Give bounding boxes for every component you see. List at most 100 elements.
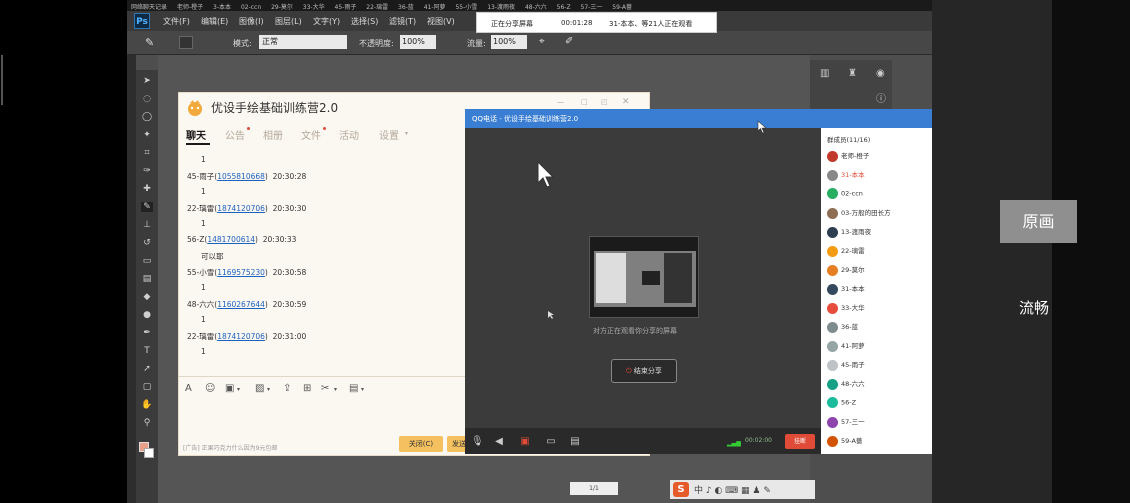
member-item[interactable]: 36-蓝 bbox=[827, 321, 858, 335]
taskbar-item[interactable]: 36-蓝 bbox=[398, 2, 414, 11]
member-item[interactable]: 57-三一 bbox=[827, 416, 865, 430]
sender-name[interactable]: 22-璃雷 bbox=[187, 204, 214, 213]
file-icon[interactable]: ▤ bbox=[569, 436, 581, 448]
menu-image[interactable]: 图像(I) bbox=[239, 16, 264, 27]
close-button[interactable]: 关闭(C) bbox=[399, 436, 443, 452]
sender-qq[interactable]: 1874120706 bbox=[217, 204, 265, 213]
member-item[interactable]: 29-莫尔 bbox=[827, 264, 865, 278]
taskbar-item[interactable]: 13-渡雨夜 bbox=[487, 2, 515, 11]
screen-share-icon[interactable]: ▭ bbox=[545, 436, 557, 448]
member-item[interactable]: 33-大华 bbox=[827, 302, 865, 316]
member-item[interactable]: 59-A蔷 bbox=[827, 435, 862, 449]
menu-view[interactable]: 视图(V) bbox=[427, 16, 455, 27]
taskbar-item[interactable]: 22-璃雷 bbox=[366, 2, 388, 11]
taskbar-item[interactable]: 55-小雪 bbox=[455, 2, 477, 11]
panel-toggle-icon[interactable]: ▥ bbox=[820, 68, 829, 79]
history-brush-icon[interactable]: ↺ bbox=[141, 238, 153, 248]
adjustments-icon[interactable]: ◉ bbox=[876, 68, 885, 79]
taskbar-item[interactable]: 45-雨子 bbox=[335, 2, 357, 11]
tab-settings[interactable]: 设置 bbox=[379, 127, 399, 142]
shape-tool-icon[interactable]: ▢ bbox=[141, 382, 153, 392]
type-tool-icon[interactable]: T bbox=[141, 346, 153, 356]
taskbar-item[interactable]: 29-莫尔 bbox=[271, 2, 293, 11]
camera-off-icon[interactable]: ▣ bbox=[519, 436, 531, 448]
chat-maximize-button[interactable]: □ bbox=[581, 98, 588, 106]
blur-tool-icon[interactable]: ◆ bbox=[141, 292, 153, 302]
sender-qq[interactable]: 1160267644 bbox=[217, 300, 265, 309]
gif-icon[interactable]: ▣ bbox=[225, 383, 234, 394]
crop-tool-icon[interactable]: ⌗ bbox=[141, 148, 153, 158]
member-item[interactable]: 31-本本 bbox=[827, 169, 865, 183]
menu-edit[interactable]: 编辑(E) bbox=[201, 16, 228, 27]
more-icon[interactable]: ▤ bbox=[349, 383, 358, 394]
ime-icons[interactable]: 中 ♪ ◐ ⌨ ▦ ♟ ✎ bbox=[694, 483, 771, 496]
taskbar-item[interactable]: 48-六六 bbox=[525, 2, 547, 11]
member-item[interactable]: 31-本本 bbox=[827, 283, 865, 297]
opacity-input[interactable]: 100% bbox=[400, 35, 436, 49]
airbrush-icon[interactable]: ⌖ bbox=[539, 36, 545, 47]
taskbar-item[interactable]: 41-阿萝 bbox=[424, 2, 446, 11]
mode-select[interactable]: 正常 bbox=[259, 35, 347, 49]
sender-qq[interactable]: 1055810668 bbox=[217, 172, 265, 181]
eyedropper-icon[interactable]: ✑ bbox=[141, 166, 153, 176]
zoom-tool-icon[interactable]: ⚲ bbox=[141, 418, 153, 428]
image-icon[interactable]: ▨ bbox=[255, 383, 264, 394]
gif-dropdown-icon[interactable]: ▾ bbox=[237, 386, 240, 393]
sender-name[interactable]: 56-Z bbox=[187, 235, 204, 244]
sender-name[interactable]: 55-小雪 bbox=[187, 268, 214, 277]
member-item[interactable]: 22-璃雷 bbox=[827, 245, 865, 259]
healing-brush-icon[interactable]: ✚ bbox=[141, 184, 153, 194]
menu-select[interactable]: 选择(S) bbox=[351, 16, 378, 27]
menu-filter[interactable]: 滤镜(T) bbox=[389, 16, 416, 27]
sender-qq[interactable]: 1481700614 bbox=[207, 235, 255, 244]
taskbar-item[interactable]: 02-ccn bbox=[241, 4, 261, 11]
taskbar-item[interactable]: 33-大华 bbox=[303, 2, 325, 11]
chat-close-icon[interactable]: ✕ bbox=[622, 97, 630, 107]
tab-album[interactable]: 相册 bbox=[263, 127, 283, 142]
ime-logo[interactable]: S bbox=[673, 482, 689, 497]
dodge-tool-icon[interactable]: ● bbox=[141, 310, 153, 320]
more-dropdown-icon[interactable]: ▾ bbox=[361, 386, 364, 393]
sender-name[interactable]: 22-璃雷 bbox=[187, 332, 214, 341]
upload-icon[interactable]: ⇪ bbox=[283, 383, 291, 394]
hangup-button[interactable]: 挂断 bbox=[785, 434, 815, 449]
menu-layer[interactable]: 图层(L) bbox=[275, 16, 302, 27]
member-item[interactable]: 48-六六 bbox=[827, 378, 865, 392]
member-item[interactable]: 45-雨子 bbox=[827, 359, 865, 373]
taskbar-item[interactable]: 56-Z bbox=[557, 4, 571, 11]
tab-notice[interactable]: 公告 bbox=[225, 127, 245, 142]
brush-tool-icon[interactable]: ✎ bbox=[141, 202, 153, 212]
tab-chat[interactable]: 聊天 bbox=[186, 127, 206, 142]
menu-type[interactable]: 文字(Y) bbox=[313, 16, 340, 27]
hand-tool-icon[interactable]: ✋ bbox=[141, 400, 153, 410]
brush-icon[interactable]: ✎ bbox=[145, 36, 154, 49]
member-item[interactable]: 02-ccn bbox=[827, 188, 863, 202]
quality-smooth-button[interactable]: 流畅 bbox=[1019, 297, 1049, 318]
speaker-icon[interactable]: ◀ bbox=[493, 436, 505, 448]
marquee-tool-icon[interactable]: ◌ bbox=[141, 94, 153, 104]
brush-size-picker[interactable] bbox=[179, 36, 193, 49]
screenshot-dropdown-icon[interactable]: ▾ bbox=[334, 386, 337, 393]
chat-minimize-button[interactable]: 一 bbox=[557, 98, 564, 108]
ad-text[interactable]: [广告] 正果巧克力什么因为9元包邮 bbox=[183, 443, 277, 452]
tab-activity[interactable]: 活动 bbox=[339, 127, 359, 142]
member-item[interactable]: 13-渡雨夜 bbox=[827, 226, 871, 240]
stamp-tool-icon[interactable]: ⊥ bbox=[141, 220, 153, 230]
image-dropdown-icon[interactable]: ▾ bbox=[267, 386, 270, 393]
taskbar-item[interactable]: 3-本本 bbox=[213, 2, 231, 11]
gift-icon[interactable]: ⊞ bbox=[303, 383, 311, 394]
sender-name[interactable]: 45-雨子 bbox=[187, 172, 214, 181]
eraser-tool-icon[interactable]: ▭ bbox=[141, 256, 153, 266]
member-item[interactable]: 41-阿萝 bbox=[827, 340, 865, 354]
tab-files[interactable]: 文件 bbox=[301, 127, 321, 142]
brush-presets-icon[interactable]: ♜ bbox=[848, 68, 857, 79]
chat-restore-button[interactable]: ◰ bbox=[601, 98, 608, 106]
magic-wand-icon[interactable]: ✦ bbox=[141, 130, 153, 140]
move-tool-icon[interactable]: ➤ bbox=[141, 76, 153, 86]
gradient-tool-icon[interactable]: ▤ bbox=[141, 274, 153, 284]
sender-qq[interactable]: 1169575230 bbox=[217, 268, 265, 277]
flow-input[interactable]: 100% bbox=[491, 35, 527, 49]
background-color-swatch[interactable] bbox=[144, 448, 154, 458]
member-item[interactable]: 老师-橙子 bbox=[827, 150, 869, 164]
member-item[interactable]: 56-Z bbox=[827, 397, 856, 411]
